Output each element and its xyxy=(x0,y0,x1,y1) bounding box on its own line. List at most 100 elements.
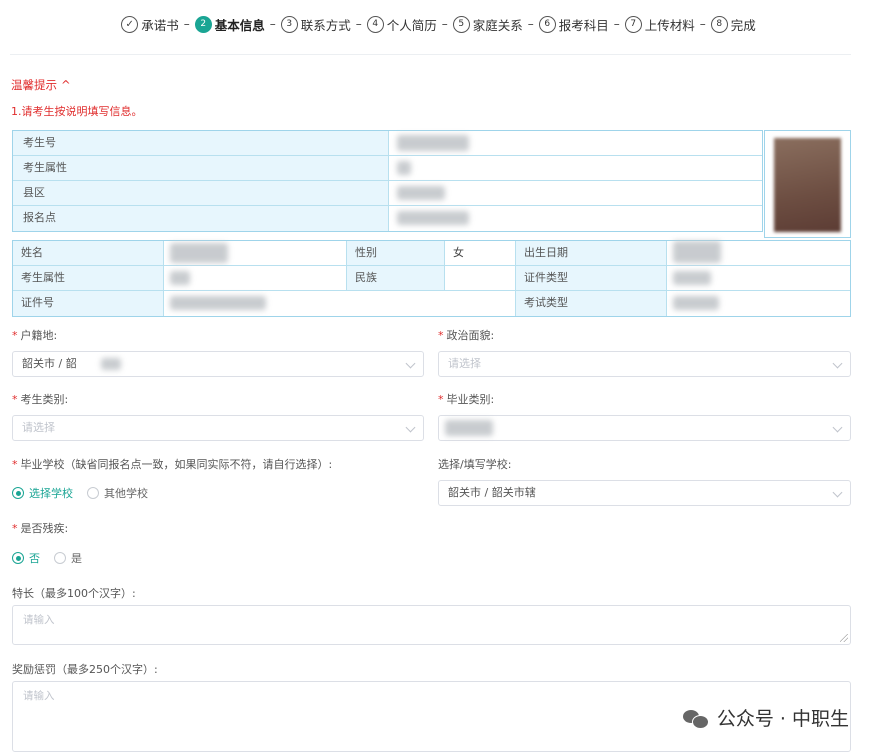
table-row: 考生号 xyxy=(13,131,762,156)
chevron-down-icon xyxy=(832,422,843,433)
watermark-text: 公众号 · 中职生 xyxy=(716,708,849,730)
table-value xyxy=(164,241,347,265)
gender-value: 女 xyxy=(445,241,516,265)
radio-select-school[interactable]: 选择学校 xyxy=(12,485,73,501)
table-value xyxy=(389,156,762,180)
specialty-label: 特长（最多100个汉字）: xyxy=(12,587,136,600)
chevron-down-icon xyxy=(405,358,416,369)
step-number-icon: 5 xyxy=(452,15,470,33)
step-promise[interactable]: ✓ 承诺书 xyxy=(121,15,179,34)
grad-category-select[interactable] xyxy=(438,415,851,441)
step-label: 基本信息 xyxy=(214,17,265,33)
category-label: * 考生类别: xyxy=(12,393,69,406)
specialty-textarea[interactable]: 请输入 xyxy=(12,605,851,645)
step-finish[interactable]: 8 完成 xyxy=(710,15,756,34)
step-number-icon: 6 xyxy=(538,15,556,33)
category-placeholder: 请选择 xyxy=(22,421,55,434)
table-value xyxy=(667,241,850,265)
radio-other-school[interactable]: 其他学校 xyxy=(87,485,148,501)
table-label: 证件号 xyxy=(13,291,164,316)
awards-label: 奖励惩罚（最多250个汉字）: xyxy=(12,663,158,676)
politics-placeholder: 请选择 xyxy=(448,357,481,370)
table-value xyxy=(164,291,516,316)
step-label: 报考科目 xyxy=(558,17,609,33)
step-label: 承诺书 xyxy=(141,17,179,33)
candidate-photo xyxy=(774,138,841,232)
disabled-label: * 是否残疾: xyxy=(12,522,69,535)
step-separator: – xyxy=(355,17,362,31)
step-subjects[interactable]: 6 报考科目 xyxy=(538,15,609,34)
resize-handle-icon[interactable] xyxy=(840,634,848,642)
radio-unchecked-icon xyxy=(54,552,66,564)
category-select[interactable]: 请选择 xyxy=(12,415,424,441)
table-value xyxy=(389,131,762,155)
school-value: 韶关市 / 韶关市辖 xyxy=(448,486,536,499)
radio-disabled-yes[interactable]: 是 xyxy=(54,550,82,566)
table-row: 县区 xyxy=(13,181,762,206)
step-basic-info[interactable]: 2 基本信息 xyxy=(194,15,265,34)
tips-toggle[interactable]: 温馨提示 ^ xyxy=(11,77,71,93)
step-label: 完成 xyxy=(730,17,756,33)
photo-frame xyxy=(764,130,851,238)
hukou-select[interactable]: 韶关市 / 韶 xyxy=(12,351,424,377)
table-value xyxy=(667,266,850,290)
watermark: 公众号 · 中职生 xyxy=(682,704,849,731)
chevron-down-icon xyxy=(832,487,843,498)
politics-label: * 政治面貌: xyxy=(438,329,495,342)
exam-info-table: 考生号 考生属性 县区 报名点 xyxy=(12,130,763,232)
table-label: 性别 xyxy=(347,241,445,265)
step-separator: – xyxy=(699,17,706,31)
table-label: 县区 xyxy=(13,181,389,205)
chevron-up-icon: ^ xyxy=(61,78,71,92)
step-label: 个人简历 xyxy=(386,17,437,33)
step-number-icon: 8 xyxy=(710,15,728,33)
table-value xyxy=(389,181,762,205)
step-separator: – xyxy=(613,17,620,31)
step-resume[interactable]: 4 个人简历 xyxy=(366,15,437,34)
divider xyxy=(10,54,851,55)
hukou-value: 韶关市 / 韶 xyxy=(22,357,77,370)
table-label: 出生日期 xyxy=(516,241,667,265)
specialty-placeholder: 请输入 xyxy=(23,614,55,626)
step-family[interactable]: 5 家庭关系 xyxy=(452,15,523,34)
table-row: 考生属性 xyxy=(13,156,762,181)
step-label: 家庭关系 xyxy=(472,17,523,33)
step-number-icon: 3 xyxy=(280,15,298,33)
radio-checked-icon xyxy=(12,552,24,564)
step-number-icon: 7 xyxy=(624,15,642,33)
grad-school-label: * 毕业学校（缺省同报名点一致，如果同实际不符，请自行选择）: xyxy=(12,458,333,471)
hukou-label: * 户籍地: xyxy=(12,329,58,342)
table-label: 证件类型 xyxy=(516,266,667,290)
check-circle-icon: ✓ xyxy=(121,15,139,33)
politics-select[interactable]: 请选择 xyxy=(438,351,851,377)
step-number-icon: 2 xyxy=(194,15,212,33)
step-separator: – xyxy=(527,17,534,31)
tips-text: 1.请考生按说明填写信息。 xyxy=(11,105,143,118)
step-upload[interactable]: 7 上传材料 xyxy=(624,15,695,34)
step-number-icon: 4 xyxy=(366,15,384,33)
step-contact[interactable]: 3 联系方式 xyxy=(280,15,351,34)
radio-disabled-no[interactable]: 否 xyxy=(12,550,40,566)
table-value xyxy=(667,291,850,316)
disabled-radio-group: 否 是 xyxy=(12,550,82,566)
table-value xyxy=(164,266,347,290)
table-row: 考生属性 民族 证件类型 xyxy=(13,266,850,291)
step-separator: – xyxy=(269,17,276,31)
step-separator: – xyxy=(441,17,448,31)
table-label: 考生号 xyxy=(13,131,389,155)
school-select[interactable]: 韶关市 / 韶关市辖 xyxy=(438,480,851,506)
table-label: 考生属性 xyxy=(13,266,164,290)
select-school-label: 选择/填写学校: xyxy=(438,458,512,471)
table-row: 姓名 性别 女 出生日期 xyxy=(13,241,850,266)
step-label: 联系方式 xyxy=(300,17,351,33)
awards-placeholder: 请输入 xyxy=(23,690,55,702)
step-label: 上传材料 xyxy=(644,17,695,33)
table-label: 考生属性 xyxy=(13,156,389,180)
table-row: 证件号 考试类型 xyxy=(13,291,850,316)
personal-info-table: 姓名 性别 女 出生日期 考生属性 民族 证件类型 证件号 考试类型 xyxy=(12,240,851,317)
chevron-down-icon xyxy=(405,422,416,433)
progress-stepper: ✓ 承诺书 – 2 基本信息 – 3 联系方式 – 4 个人简历 – 5 家庭关… xyxy=(0,12,877,36)
grad-category-label: * 毕业类别: xyxy=(438,393,495,406)
radio-unchecked-icon xyxy=(87,487,99,499)
table-label: 考试类型 xyxy=(516,291,667,316)
